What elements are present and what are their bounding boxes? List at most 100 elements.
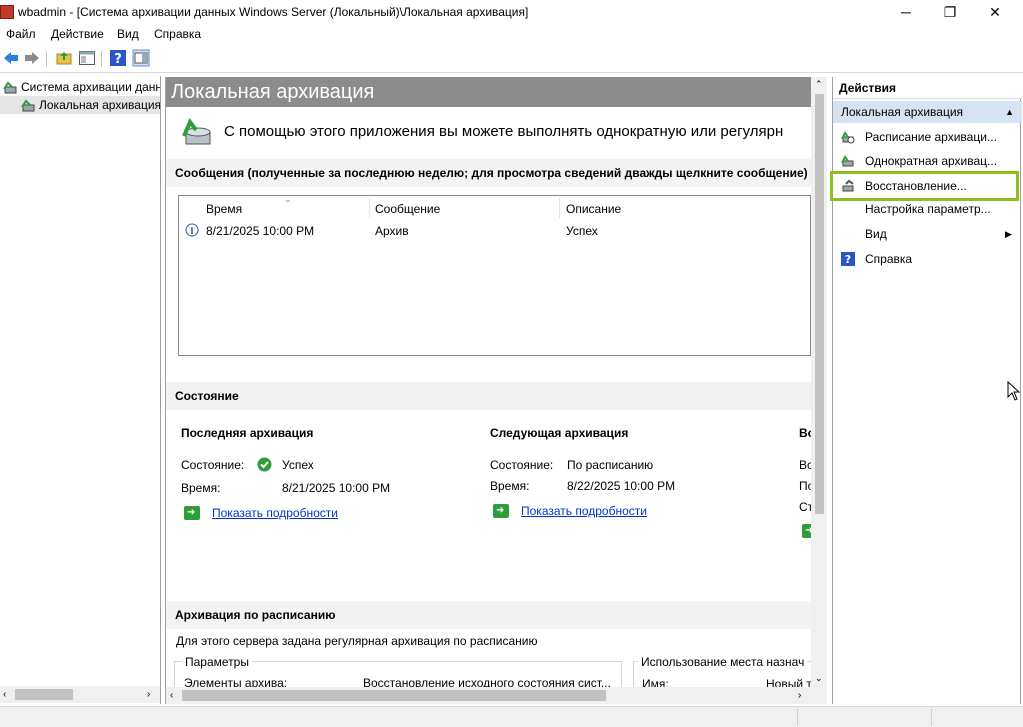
action-once-backup-label: Однократная архивац...: [865, 154, 998, 168]
action-recover-label: Восстановление...: [865, 179, 967, 193]
menu-action[interactable]: Действие: [51, 27, 104, 41]
action-view-label: Вид: [865, 227, 887, 241]
status-separator: [797, 709, 798, 726]
backup-app-icon: [182, 118, 211, 145]
tree-item-local-backup[interactable]: Локальная архивация: [0, 96, 160, 114]
forward-arrow-icon[interactable]: [23, 49, 41, 67]
schedule-backup-icon: [841, 131, 855, 144]
action-settings[interactable]: Настройка параметр...: [833, 197, 1022, 221]
back-arrow-icon[interactable]: [2, 49, 20, 67]
backup-snapin-icon: [3, 81, 17, 94]
scroll-right-icon[interactable]: ›: [147, 689, 150, 700]
show-action-pane-icon[interactable]: [132, 49, 150, 67]
center-pane: Локальная архивация С помощью этого прил…: [165, 77, 827, 704]
menu-view[interactable]: Вид: [117, 27, 139, 41]
schedule-section-title: Архивация по расписанию: [166, 601, 811, 629]
next-backup-time-label: Время:: [490, 479, 530, 493]
action-schedule-backup-label: Расписание архиваци...: [865, 130, 997, 144]
row-time: 8/21/2025 10:00 PM: [206, 224, 315, 238]
action-schedule-backup[interactable]: Расписание архиваци...: [833, 125, 1022, 149]
scroll-up-icon[interactable]: ⌃: [815, 79, 823, 89]
action-once-backup[interactable]: Однократная архивац...: [833, 149, 1022, 173]
last-backup-state-label: Состояние:: [181, 458, 245, 472]
actions-group-header[interactable]: Локальная архивация ▲: [833, 101, 1022, 123]
help-icon[interactable]: ?: [109, 49, 127, 67]
center-hscroll-thumb[interactable]: [182, 690, 606, 701]
sort-arrow-icon: ⌄: [284, 194, 292, 204]
usage-group-title: Использование места назнач: [638, 655, 808, 669]
recover-icon: [842, 179, 854, 192]
messages-section-title: Сообщения (полученные за последнюю недел…: [166, 159, 811, 187]
column-header-description[interactable]: Описание: [566, 202, 621, 216]
center-header: Локальная архивация: [166, 77, 811, 107]
toolbar: ?: [0, 45, 1023, 73]
show-tree-icon[interactable]: [78, 49, 96, 67]
tree-item-root[interactable]: Система архивации данн: [0, 78, 160, 96]
table-row[interactable]: i 8/21/2025 10:00 PM Архив Успех: [179, 220, 812, 238]
window-title: wbadmin - [Система архивации данных Wind…: [18, 5, 529, 19]
messages-table[interactable]: ⌄ Время Сообщение Описание i 8/21/2025 1…: [178, 194, 812, 356]
status-bar: [0, 706, 1023, 727]
last-backup-time-label: Время:: [181, 481, 221, 495]
menu-bar: Файл Действие Вид Справка: [0, 24, 1023, 44]
action-settings-label: Настройка параметр...: [865, 202, 991, 216]
success-check-icon: [257, 457, 272, 472]
scroll-down-icon[interactable]: ⌄: [815, 673, 823, 683]
schedule-description: Для этого сервера задана регулярная архи…: [176, 634, 538, 648]
intro-text: С помощью этого приложения вы можете вып…: [224, 123, 784, 140]
status-separator: [931, 709, 932, 726]
column-header-message[interactable]: Сообщение: [375, 202, 440, 216]
action-recover[interactable]: Восстановление...: [830, 171, 1019, 201]
minimize-button[interactable]: ─: [883, 0, 929, 24]
intro-block: С помощью этого приложения вы можете вып…: [178, 114, 818, 152]
tree-hscroll-thumb[interactable]: [15, 689, 73, 700]
submenu-arrow-icon: ▶: [1005, 229, 1012, 239]
local-backup-icon: [21, 99, 35, 112]
menu-file[interactable]: Файл: [6, 27, 36, 41]
restore-button[interactable]: ❐: [927, 0, 973, 24]
actions-pane: Действия Локальная архивация ▲ Расписани…: [830, 77, 1022, 704]
last-backup-details-link[interactable]: Показать подробности: [212, 506, 338, 520]
next-backup-state-value: По расписанию: [567, 458, 654, 472]
once-backup-icon: [841, 155, 854, 167]
action-help[interactable]: ? Справка: [833, 247, 1022, 271]
next-backup-title: Следующая архивация: [490, 426, 629, 440]
row-message: Архив: [375, 224, 409, 238]
scroll-left-icon[interactable]: ‹: [170, 690, 173, 701]
menu-help[interactable]: Справка: [154, 27, 201, 41]
row-description: Успех: [566, 224, 598, 238]
column-separator[interactable]: [559, 198, 560, 218]
toolbar-separator: [101, 51, 102, 67]
toolbar-separator: [46, 51, 47, 67]
action-help-label: Справка: [865, 252, 913, 266]
last-backup-state-value: Успех: [282, 458, 314, 472]
center-vscroll-thumb[interactable]: [815, 94, 824, 514]
column-header-time[interactable]: Время: [206, 202, 242, 216]
scroll-right-icon[interactable]: ›: [798, 690, 801, 701]
title-bar: wbadmin - [Система архивации данных Wind…: [0, 0, 1023, 24]
next-backup-details-link[interactable]: Показать подробности: [521, 504, 647, 518]
collapse-icon[interactable]: ▲: [1005, 101, 1014, 123]
tree-horizontal-scrollbar[interactable]: ‹ ›: [0, 686, 160, 703]
show-details-arrow-icon[interactable]: [493, 504, 509, 518]
up-folder-icon[interactable]: [55, 49, 73, 67]
tree-item-local-backup-label: Локальная архивация: [39, 98, 161, 112]
scroll-left-icon[interactable]: ‹: [3, 689, 6, 700]
info-icon: i: [185, 223, 199, 237]
next-backup-time-value: 8/22/2025 10:00 PM: [567, 479, 676, 493]
svg-text:?: ?: [114, 52, 122, 67]
last-backup-time-value: 8/21/2025 10:00 PM: [282, 481, 391, 495]
show-details-arrow-icon[interactable]: [184, 506, 200, 520]
action-view[interactable]: Вид ▶: [833, 222, 1022, 246]
svg-text:?: ?: [845, 253, 851, 266]
actions-group-label: Локальная архивация: [841, 105, 964, 119]
close-button[interactable]: ✕: [972, 0, 1018, 24]
svg-text:i: i: [190, 227, 194, 237]
params-group-title: Параметры: [182, 655, 252, 669]
column-separator[interactable]: [369, 198, 370, 218]
center-vertical-scrollbar[interactable]: ⌃ ⌄: [811, 77, 827, 704]
center-horizontal-scrollbar[interactable]: ‹ ›: [166, 687, 811, 704]
help-icon: ?: [841, 252, 855, 266]
tree-item-root-label: Система архивации данн: [21, 80, 161, 94]
mmc-window: wbadmin - [Система архивации данных Wind…: [0, 0, 1023, 727]
